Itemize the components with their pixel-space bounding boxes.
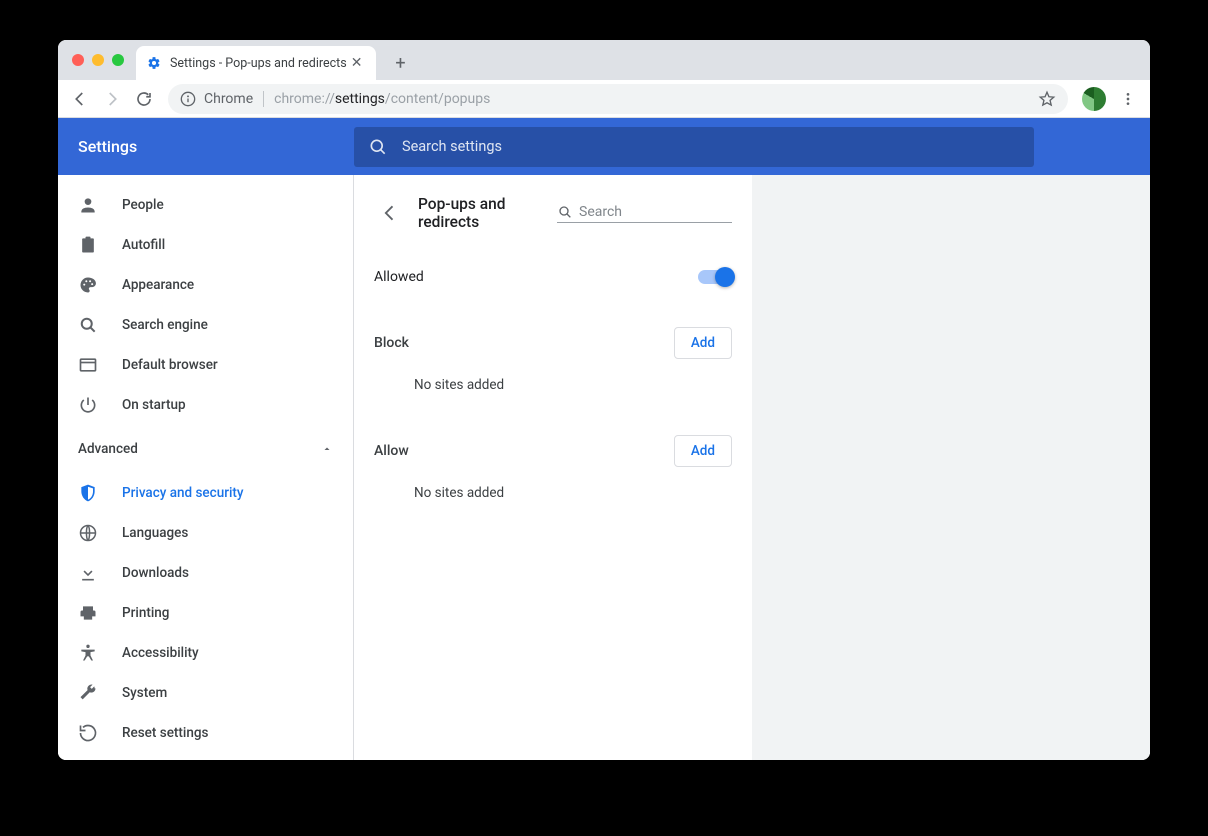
sidebar-item-people[interactable]: People: [58, 185, 353, 225]
sidebar-item-label: System: [122, 685, 167, 701]
power-icon: [78, 395, 98, 415]
search-icon: [557, 204, 573, 220]
close-tab-button[interactable]: ✕: [347, 53, 367, 73]
sidebar-item-printing[interactable]: Printing: [58, 593, 353, 633]
sidebar-item-accessibility[interactable]: Accessibility: [58, 633, 353, 673]
allowed-toggle[interactable]: [698, 270, 732, 284]
advanced-label: Advanced: [78, 441, 138, 457]
settings-header: Settings: [58, 118, 1150, 175]
settings-search[interactable]: [354, 127, 1034, 167]
site-info-icon[interactable]: [180, 91, 196, 107]
sidebar-item-on-startup[interactable]: On startup: [58, 385, 353, 425]
sidebar-item-label: Search engine: [122, 317, 208, 333]
sidebar-item-label: Reset settings: [122, 725, 208, 741]
omnibox-divider: [263, 91, 264, 107]
sidebar-item-label: Printing: [122, 605, 169, 621]
sidebar: People Autofill Appearance Search engine…: [58, 175, 354, 760]
sidebar-item-appearance[interactable]: Appearance: [58, 265, 353, 305]
sidebar-item-label: Downloads: [122, 565, 189, 581]
allowed-row: Allowed: [374, 253, 732, 301]
profile-avatar[interactable]: [1082, 87, 1106, 111]
browser-tab[interactable]: Settings - Pop-ups and redirects ✕: [136, 46, 376, 80]
toggle-knob: [715, 267, 735, 287]
globe-icon: [78, 523, 98, 543]
search-icon: [368, 137, 388, 157]
allow-label: Allow: [374, 443, 409, 459]
sidebar-item-downloads[interactable]: Downloads: [58, 553, 353, 593]
tab-title: Settings - Pop-ups and redirects: [170, 56, 347, 71]
allow-add-button[interactable]: Add: [674, 435, 732, 467]
allow-empty-text: No sites added: [354, 467, 752, 519]
minimize-window-button[interactable]: [92, 54, 104, 66]
sidebar-item-search-engine[interactable]: Search engine: [58, 305, 353, 345]
palette-icon: [78, 275, 98, 295]
page-search[interactable]: [557, 204, 732, 223]
gear-icon: [146, 55, 162, 71]
sidebar-item-label: On startup: [122, 397, 186, 413]
omnibox-url: chrome://settings/content/popups: [274, 91, 490, 107]
sidebar-item-autofill[interactable]: Autofill: [58, 225, 353, 265]
settings-title: Settings: [78, 137, 354, 156]
download-icon: [78, 563, 98, 583]
block-section-header: Block Add: [354, 311, 752, 359]
sidebar-advanced-toggle[interactable]: Advanced: [58, 425, 353, 473]
person-icon: [78, 195, 98, 215]
sidebar-item-label: Appearance: [122, 277, 194, 293]
allow-section-header: Allow Add: [354, 411, 752, 467]
omnibox-host: Chrome: [204, 91, 253, 107]
block-label: Block: [374, 335, 409, 351]
settings-search-input[interactable]: [402, 138, 1020, 155]
search-icon: [78, 315, 98, 335]
sidebar-item-system[interactable]: System: [58, 673, 353, 713]
browser-window: Settings - Pop-ups and redirects ✕ + Chr…: [58, 40, 1150, 760]
printer-icon: [78, 603, 98, 623]
main-panel: Pop-ups and redirects Allowed: [354, 175, 752, 760]
browser-toolbar: Chrome chrome://settings/content/popups: [58, 80, 1150, 118]
block-add-button[interactable]: Add: [674, 327, 732, 359]
sidebar-item-label: People: [122, 197, 164, 213]
browser-icon: [78, 355, 98, 375]
sidebar-item-privacy-and-security[interactable]: Privacy and security: [58, 473, 353, 513]
wrench-icon: [78, 683, 98, 703]
page-search-input[interactable]: [579, 204, 757, 220]
page-title: Pop-ups and redirects: [418, 195, 557, 231]
sidebar-item-label: Default browser: [122, 357, 218, 373]
page-header: Pop-ups and redirects: [354, 175, 752, 243]
reload-button[interactable]: [130, 85, 158, 113]
menu-button[interactable]: [1114, 85, 1142, 113]
settings-body: People Autofill Appearance Search engine…: [58, 175, 1150, 760]
sidebar-item-label: Languages: [122, 525, 188, 541]
address-bar[interactable]: Chrome chrome://settings/content/popups: [168, 84, 1068, 114]
clipboard-icon: [78, 235, 98, 255]
allowed-label: Allowed: [374, 269, 424, 285]
accessibility-icon: [78, 643, 98, 663]
shield-icon: [78, 483, 98, 503]
chevron-up-icon: [321, 443, 333, 455]
sidebar-item-label: Autofill: [122, 237, 165, 253]
sidebar-item-reset-settings[interactable]: Reset settings: [58, 713, 353, 753]
bookmark-star-icon[interactable]: [1038, 90, 1056, 108]
forward-button[interactable]: [98, 85, 126, 113]
block-empty-text: No sites added: [354, 359, 752, 411]
restore-icon: [78, 723, 98, 743]
fullscreen-window-button[interactable]: [112, 54, 124, 66]
back-button[interactable]: [66, 85, 94, 113]
sidebar-item-default-browser[interactable]: Default browser: [58, 345, 353, 385]
page-back-button[interactable]: [374, 197, 406, 229]
window-controls: [58, 54, 124, 66]
new-tab-button[interactable]: +: [386, 49, 414, 77]
close-window-button[interactable]: [72, 54, 84, 66]
sidebar-item-languages[interactable]: Languages: [58, 513, 353, 553]
tab-strip: Settings - Pop-ups and redirects ✕ +: [58, 40, 1150, 80]
sidebar-item-label: Privacy and security: [122, 485, 244, 501]
sidebar-item-label: Accessibility: [122, 645, 199, 661]
right-gutter: [752, 175, 1150, 760]
